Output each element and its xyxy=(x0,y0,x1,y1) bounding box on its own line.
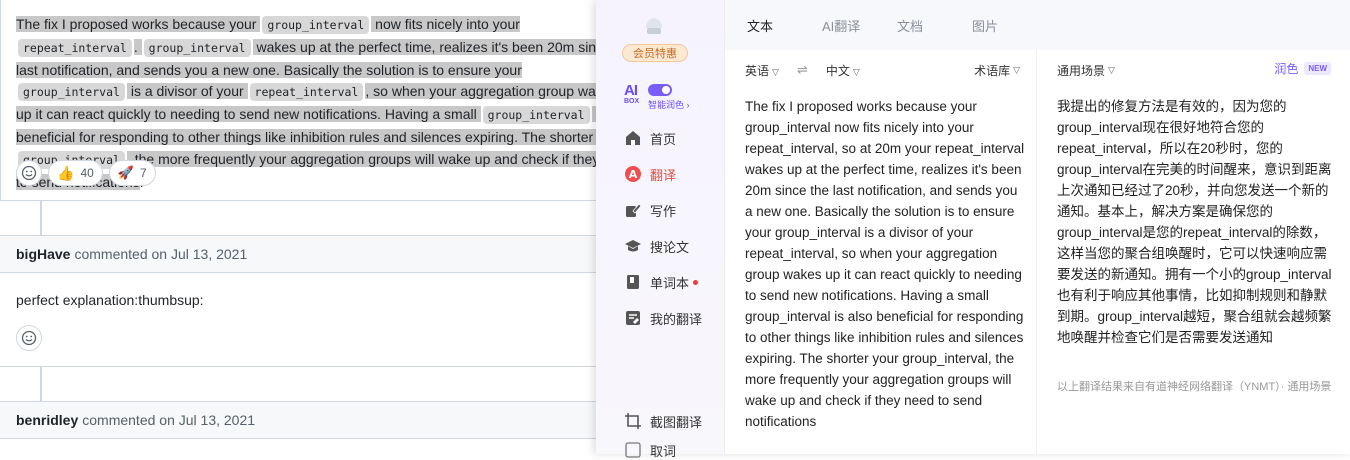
inline-code: repeat_interval xyxy=(249,83,364,102)
tab-bar: 文本 AI翻译 文档 图片 xyxy=(725,0,1350,50)
smiley-icon xyxy=(21,330,37,346)
chevron-down-icon: ▽ xyxy=(1013,64,1020,75)
tab-ai-translate[interactable]: AI翻译 xyxy=(822,16,897,35)
comment-divider xyxy=(0,200,600,201)
book-icon xyxy=(627,275,639,289)
glossary-dropdown[interactable]: 术语库 ▽ xyxy=(974,60,1020,80)
aibox-switch[interactable] xyxy=(648,84,672,96)
checkbox-icon[interactable] xyxy=(624,441,642,459)
timeline-line xyxy=(40,367,42,401)
aibox-subtitle: 智能润色 › xyxy=(648,100,690,110)
new-badge: NEW xyxy=(1304,62,1331,75)
nav-my-translations[interactable]: 我的翻译 xyxy=(624,308,702,328)
nav-label: 单词本 xyxy=(650,275,690,291)
tab-document[interactable]: 文档 xyxy=(897,16,972,35)
nav-label: 截图翻译 xyxy=(650,414,703,430)
selected-text: is a divisor of your xyxy=(126,83,248,100)
polish-label: 润色 xyxy=(1274,62,1299,76)
nav-label: 翻译 xyxy=(650,167,677,183)
thumbs-up-icon: 👍 xyxy=(57,164,75,181)
glossary-label: 术语库 xyxy=(974,63,1011,78)
polish-button[interactable]: 润色 NEW xyxy=(1274,60,1331,77)
thumbs-up-count: 40 xyxy=(80,166,94,180)
add-reaction-button[interactable] xyxy=(16,325,42,351)
smiley-icon xyxy=(21,165,37,181)
tab-image[interactable]: 图片 xyxy=(972,16,1047,35)
inline-code: group_interval xyxy=(18,83,125,102)
nav-write[interactable]: 写作 xyxy=(624,200,676,220)
sidebar: 会员特惠 AI BOX 智能润色 › 首页 A 翻译 写作 搜论文 单词本 我的… xyxy=(596,0,724,459)
translate-icon: A xyxy=(625,166,641,182)
comment-body: perfect explanation:thumbsup: xyxy=(16,292,204,308)
aibox-toggle[interactable]: AI BOX 智能润色 › xyxy=(624,82,704,110)
comment-author[interactable]: bigHave xyxy=(16,246,70,262)
inline-code: group_interval xyxy=(262,16,370,34)
language-selector-row: 英语 ▽ ⇌ 中文 ▽ xyxy=(745,60,860,80)
thumbs-up-reaction[interactable]: 👍 40 xyxy=(48,160,103,186)
nav-label: 首页 xyxy=(650,131,677,147)
translation-source-note: 以上翻译结果来自有道神经网络翻译（YNMT）· 通用场景 xyxy=(1057,381,1332,393)
nav-home[interactable]: 首页 xyxy=(624,128,676,148)
inline-code: group_interval xyxy=(482,106,590,125)
target-language-label: 中文 xyxy=(825,63,850,78)
pen-icon xyxy=(626,203,642,217)
source-language-label: 英语 xyxy=(745,63,770,78)
nav-word-pick[interactable]: 取词 xyxy=(624,440,676,460)
translator-window: 会员特惠 AI BOX 智能润色 › 首页 A 翻译 写作 搜论文 单词本 我的… xyxy=(596,0,1350,459)
github-issue-thread: The fix I proposed works because your gr… xyxy=(0,0,600,454)
vip-offer-button[interactable]: 会员特惠 xyxy=(622,44,688,62)
nav-label: 我的翻译 xyxy=(650,311,703,327)
tab-text[interactable]: 文本 xyxy=(747,16,822,35)
rocket-reaction[interactable]: 🚀 7 xyxy=(108,160,156,186)
selected-text: The fix I proposed works because your xyxy=(16,16,261,32)
aibox-ai-text: AI xyxy=(624,82,638,99)
document-icon xyxy=(626,311,640,325)
source-language-dropdown[interactable]: 英语 ▽ xyxy=(745,62,779,79)
result-pane: 通用场景 ▽ 润色 NEW 我提出的修复方法是有效的，因为您的group_inte… xyxy=(1037,50,1350,454)
chevron-down-icon: ▽ xyxy=(852,66,860,77)
timeline-line xyxy=(40,201,42,235)
nav-label: 取词 xyxy=(650,443,677,459)
notification-dot xyxy=(693,279,699,285)
scene-dropdown[interactable]: 通用场景 ▽ xyxy=(1057,60,1115,80)
chevron-down-icon: ▽ xyxy=(772,66,779,77)
source-text-area[interactable]: The fix I proposed works because your gr… xyxy=(745,96,1025,432)
comment-author[interactable]: benridley xyxy=(16,412,78,428)
aibox-box-text: BOX xyxy=(624,98,640,105)
crop-icon xyxy=(625,413,641,429)
graduation-cap-icon xyxy=(625,240,641,252)
nav-translate[interactable]: A 翻译 xyxy=(624,164,676,184)
comment-divider xyxy=(0,366,600,367)
translation-result-text: 我提出的修复方法是有效的，因为您的group_interval现在很好地符合您的… xyxy=(1057,99,1332,345)
add-reaction-button[interactable] xyxy=(16,160,42,186)
svip-icon xyxy=(646,18,662,34)
scene-label: 通用场景 xyxy=(1057,63,1106,78)
target-language-dropdown[interactable]: 中文 ▽ xyxy=(826,62,860,79)
rocket-icon: 🚀 xyxy=(117,165,134,180)
svg-text:A: A xyxy=(629,168,638,181)
nav-label: 搜论文 xyxy=(650,239,690,255)
chevron-down-icon: ▽ xyxy=(1108,64,1115,75)
home-icon xyxy=(626,131,640,145)
comment-header: bigHave commented on Jul 13, 2021 xyxy=(0,235,600,273)
nav-search-paper[interactable]: 搜论文 xyxy=(624,236,689,256)
comment-meta[interactable]: commented on Jul 13, 2021 xyxy=(82,412,255,428)
source-pane: 英语 ▽ ⇌ 中文 ▽ 术语库 ▽ The fix I proposed works … xyxy=(725,50,1037,454)
comment-meta[interactable]: commented on Jul 13, 2021 xyxy=(74,246,247,262)
nav-screenshot-translate[interactable]: 截图翻译 xyxy=(624,411,702,431)
rocket-count: 7 xyxy=(139,166,147,180)
inline-code: repeat_interval xyxy=(18,38,132,57)
nav-label: 写作 xyxy=(650,203,677,219)
swap-languages-icon[interactable]: ⇌ xyxy=(797,62,808,78)
selected-text: . xyxy=(133,38,142,55)
comment-header: benridley commented on Jul 13, 2021 xyxy=(0,401,600,439)
nav-wordbook[interactable]: 单词本 xyxy=(624,272,699,292)
inline-code: group_interval xyxy=(143,38,251,57)
selected-text: now fits nicely into your xyxy=(371,16,520,32)
translate-main: 文本 AI翻译 文档 图片 英语 ▽ ⇌ 中文 ▽ 术语库 ▽ The fix I p… xyxy=(724,0,1350,454)
reactions-bar: 👍 40 🚀 7 xyxy=(16,160,156,186)
